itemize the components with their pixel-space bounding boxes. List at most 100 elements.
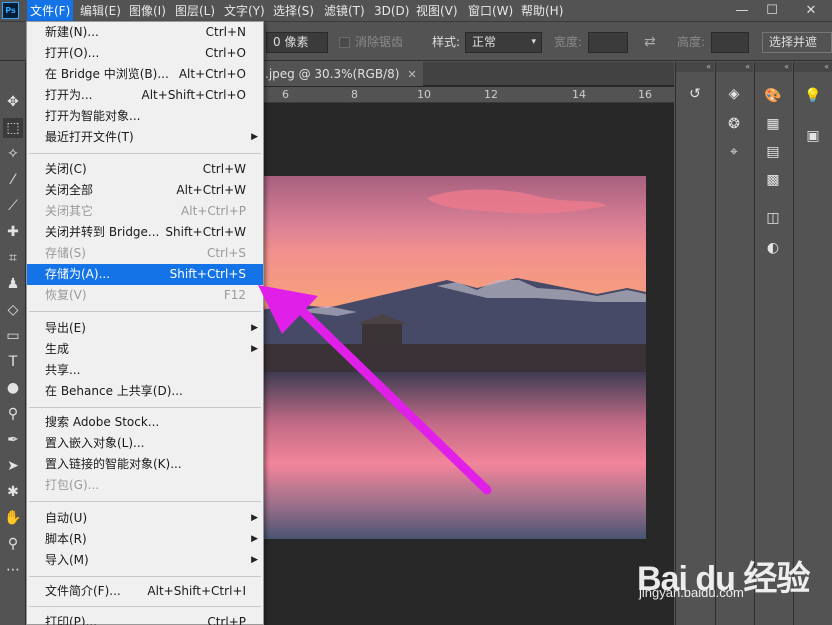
move-tool-icon[interactable]: ✥ xyxy=(3,92,23,112)
height-input[interactable] xyxy=(711,32,749,53)
feather-input[interactable]: 0 像素 xyxy=(266,32,328,53)
zoom-tool-icon[interactable]: ⚲ xyxy=(3,534,23,554)
channels-icon[interactable]: ❂ xyxy=(724,114,744,134)
crop-tool-icon[interactable]: ⌗ xyxy=(3,248,23,268)
paths-icon[interactable]: ⌖ xyxy=(724,142,744,162)
menu-item-save-as[interactable]: 存储为(A)... Shift+Ctrl+S xyxy=(27,264,263,285)
menu-item-shortcut: Shift+Ctrl+W xyxy=(165,225,246,239)
menu-item-label: 搜索 Adobe Stock... xyxy=(45,415,160,429)
brush-tool-icon[interactable]: ⟋ xyxy=(3,196,23,216)
menu-item-import[interactable]: 导入(M) ▶ xyxy=(27,550,263,571)
menu-item-print[interactable]: 打印(P)... Ctrl+P xyxy=(27,612,263,625)
style-select[interactable]: 正常 ▾ xyxy=(465,32,542,53)
healing-brush-icon[interactable]: ✚ xyxy=(3,222,23,242)
hand-tool-icon[interactable]: ✋ xyxy=(3,508,23,528)
blur-tool-icon[interactable]: ● xyxy=(3,378,23,398)
menu-item-place-linked[interactable]: 置入链接的智能对象(K)... xyxy=(27,454,263,475)
eraser-icon[interactable]: ◇ xyxy=(3,300,23,320)
eyedropper-icon[interactable]: ⁄ xyxy=(3,170,23,190)
menu-item-label: 在 Behance 上共享(D)... xyxy=(45,384,183,398)
menu-item-close-others: 关闭其它 Alt+Ctrl+P xyxy=(27,201,263,222)
path-selection-icon[interactable]: ➤ xyxy=(3,456,23,476)
learn-panel-strip: « 💡 ▣ xyxy=(793,62,832,625)
menu-select[interactable]: 选择(S) xyxy=(270,0,317,22)
menu-window[interactable]: 窗口(W) xyxy=(465,0,516,22)
menu-item-browse-bridge[interactable]: 在 Bridge 中浏览(B)... Alt+Ctrl+O xyxy=(27,64,263,85)
select-and-mask-button[interactable]: 选择并遮 xyxy=(762,32,832,53)
lightbulb-icon[interactable]: 💡 xyxy=(803,86,823,106)
clone-stamp-icon[interactable]: ♟ xyxy=(3,274,23,294)
menu-item-label: 导入(M) xyxy=(45,553,89,567)
menu-item-open[interactable]: 打开(O)... Ctrl+O xyxy=(27,43,263,64)
menu-file[interactable]: 文件(F) xyxy=(27,0,74,22)
menu-help[interactable]: 帮助(H) xyxy=(518,0,566,22)
menu-layer[interactable]: 图层(L) xyxy=(172,0,218,22)
custom-shape-icon[interactable]: ✱ xyxy=(3,482,23,502)
dodge-tool-icon[interactable]: ⚲ xyxy=(3,404,23,424)
collapse-icon[interactable]: « xyxy=(716,62,753,72)
ruler-label: 10 xyxy=(417,88,431,101)
menu-item-shortcut: Ctrl+O xyxy=(205,46,246,60)
style-value: 正常 xyxy=(472,35,497,49)
menu-item-recent-files[interactable]: 最近打开文件(T) ▶ xyxy=(27,127,263,148)
submenu-arrow-icon: ▶ xyxy=(251,534,258,544)
menu-item-automate[interactable]: 自动(U) ▶ xyxy=(27,508,263,529)
menu-item-label: 共享... xyxy=(45,363,81,377)
gradient-tool-icon[interactable]: ▭ xyxy=(3,326,23,346)
minimize-button[interactable]: — xyxy=(727,0,757,22)
patterns-icon[interactable]: ▩ xyxy=(763,170,783,190)
close-window-button[interactable]: ✕ xyxy=(796,0,826,22)
menu-item-close-all[interactable]: 关闭全部 Alt+Ctrl+W xyxy=(27,180,263,201)
close-icon[interactable]: ✕ xyxy=(407,68,416,81)
menu-item-package: 打包(G)... xyxy=(27,475,263,496)
pen-tool-icon[interactable]: ✒ xyxy=(3,430,23,450)
collapse-icon[interactable]: « xyxy=(676,62,714,72)
menu-item-label: 关闭并转到 Bridge... xyxy=(45,225,160,239)
menu-item-search-stock[interactable]: 搜索 Adobe Stock... xyxy=(27,412,263,433)
menu-item-place-embedded[interactable]: 置入嵌入对象(L)... xyxy=(27,433,263,454)
menu-item-shortcut: Ctrl+S xyxy=(206,246,246,260)
menu-item-open-as[interactable]: 打开为... Alt+Shift+Ctrl+O xyxy=(27,85,263,106)
menu-item-close[interactable]: 关闭(C) Ctrl+W xyxy=(27,159,263,180)
color-palette-icon[interactable]: 🎨 xyxy=(763,86,783,106)
gradients-icon[interactable]: ▤ xyxy=(763,142,783,162)
adjustments-icon[interactable]: ◐ xyxy=(763,238,783,258)
menu-item-export[interactable]: 导出(E) ▶ xyxy=(27,318,263,339)
maximize-button[interactable]: ☐ xyxy=(757,0,787,22)
width-input[interactable] xyxy=(588,32,628,53)
menu-separator xyxy=(29,407,261,408)
menu-item-file-info[interactable]: 文件简介(F)... Alt+Shift+Ctrl+I xyxy=(27,581,263,602)
magic-wand-icon[interactable]: ✧ xyxy=(3,144,23,164)
swatches-icon[interactable]: ▦ xyxy=(763,114,783,134)
menu-item-label: 生成 xyxy=(45,342,70,356)
menu-edit[interactable]: 编辑(E) xyxy=(77,0,124,22)
menu-item-share-behance[interactable]: 在 Behance 上共享(D)... xyxy=(27,381,263,402)
menu-item-close-to-bridge[interactable]: 关闭并转到 Bridge... Shift+Ctrl+W xyxy=(27,222,263,243)
ruler-label: 12 xyxy=(484,88,498,101)
menu-item-new[interactable]: 新建(N)... Ctrl+N xyxy=(27,22,263,43)
collapse-icon[interactable]: « xyxy=(755,62,792,72)
menu-item-share[interactable]: 共享... xyxy=(27,360,263,381)
document-tab[interactable]: .jpeg @ 30.3%(RGB/8) ✕ xyxy=(259,62,423,86)
history-icon[interactable]: ↺ xyxy=(685,84,705,104)
menu-item-scripts[interactable]: 脚本(R) ▶ xyxy=(27,529,263,550)
menu-image[interactable]: 图像(I) xyxy=(126,0,169,22)
libraries-icon[interactable]: ▣ xyxy=(803,126,823,146)
collapse-icon[interactable]: « xyxy=(794,62,832,72)
menu-item-generate[interactable]: 生成 ▶ xyxy=(27,339,263,360)
3d-icon[interactable]: ◫ xyxy=(763,208,783,228)
swap-icon[interactable]: ⇄ xyxy=(644,32,656,53)
menu-separator xyxy=(29,576,261,577)
menu-separator xyxy=(29,311,261,312)
antialias-checkbox[interactable] xyxy=(339,37,350,48)
menu-item-open-smart-object[interactable]: 打开为智能对象... xyxy=(27,106,263,127)
menu-3d[interactable]: 3D(D) xyxy=(371,0,412,22)
layers-icon[interactable]: ◈ xyxy=(724,84,744,104)
menu-type[interactable]: 文字(Y) xyxy=(221,0,268,22)
more-tools-icon[interactable]: ⋯ xyxy=(3,560,23,580)
type-tool-icon[interactable]: T xyxy=(3,352,23,372)
marquee-tool-icon[interactable]: ⬚ xyxy=(3,118,23,138)
menu-filter[interactable]: 滤镜(T) xyxy=(321,0,368,22)
menu-item-label: 关闭其它 xyxy=(45,204,94,218)
menu-view[interactable]: 视图(V) xyxy=(413,0,461,22)
